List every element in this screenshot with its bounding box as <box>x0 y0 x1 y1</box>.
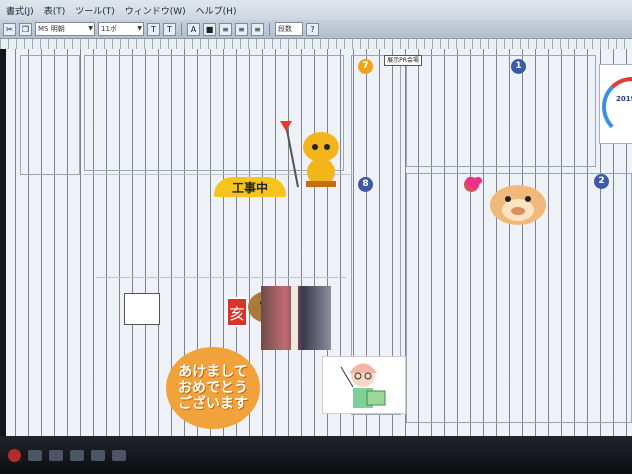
photo-image <box>261 286 331 350</box>
rainbow-arc <box>602 77 632 137</box>
girl-illustration <box>322 356 406 414</box>
construction-mascot-icon <box>280 121 339 188</box>
greeting-line-3: ございます <box>178 396 248 412</box>
align-left-icon[interactable]: ≡ <box>219 22 232 36</box>
horizontal-ruler[interactable] <box>0 39 632 49</box>
section-badge-7: 7 <box>358 59 373 74</box>
rainbow-logo: 2019 <box>599 64 632 144</box>
section-badge-2: 2 <box>594 174 609 189</box>
font-name-select[interactable]: MS 明朝 ▼ <box>35 22 95 36</box>
menu-help[interactable]: ヘルプ(H) <box>196 4 237 17</box>
menu-tools[interactable]: ツール(T) <box>75 4 115 17</box>
help-icon[interactable]: ? <box>306 22 319 36</box>
app-icon[interactable] <box>70 449 84 461</box>
boar-mascot-icon <box>490 185 546 225</box>
greeting-line-2: おめでとう <box>178 380 248 396</box>
document-app-icon[interactable] <box>91 449 105 461</box>
italic-button[interactable]: T <box>163 22 176 36</box>
document-page[interactable]: 7 展示PR会場 1 8 6 2 2019 工事中 亥 あけまして <box>6 49 632 436</box>
section-badge-1: 1 <box>511 59 526 74</box>
browser-icon[interactable] <box>49 449 63 461</box>
guide-line <box>96 277 346 278</box>
kanji-badge: 亥 <box>226 297 248 327</box>
menu-bar: 書式(J) 表(T) ツール(T) ウィンドウ(W) ヘルプ(H) <box>0 0 632 20</box>
toolbar-divider <box>181 22 182 36</box>
toolbar-divider <box>269 22 270 36</box>
explorer-icon[interactable] <box>28 449 42 461</box>
start-icon[interactable] <box>8 448 21 462</box>
rainbow-year: 2019 <box>616 95 632 103</box>
font-size-select[interactable]: 11ポ ▼ <box>98 22 144 36</box>
image-placeholder-frame[interactable] <box>124 293 160 325</box>
bold-button[interactable]: T <box>147 22 160 36</box>
layout-frame <box>20 55 80 175</box>
chevron-down-icon: ▼ <box>88 25 93 32</box>
align-center-icon[interactable]: ≡ <box>235 22 248 36</box>
font-size-value: 11ポ <box>101 25 117 33</box>
construction-sign: 工事中 <box>214 177 286 197</box>
chevron-down-icon: ▼ <box>137 25 142 32</box>
taskbar <box>0 436 632 474</box>
text-box-icon[interactable]: A <box>187 22 200 36</box>
media-icon[interactable] <box>112 449 126 461</box>
cut-icon[interactable]: ✂ <box>3 22 16 36</box>
columns-select[interactable]: 段数 <box>275 22 303 36</box>
girl-with-sign-icon <box>340 363 386 408</box>
formatting-toolbar: ✂ ❐ MS 明朝 ▼ 11ポ ▼ T T A ■ ≡ ≡ ≡ 段数 ? <box>0 20 632 39</box>
heart-icon <box>465 177 483 190</box>
greeting-line-1: あけまして <box>178 364 248 380</box>
section-badge-8: 8 <box>358 177 373 192</box>
color-icon[interactable]: ■ <box>203 22 216 36</box>
section-tag: 展示PR会場 <box>384 55 422 66</box>
menu-window[interactable]: ウィンドウ(W) <box>125 4 186 17</box>
font-name-value: MS 明朝 <box>38 25 65 33</box>
align-right-icon[interactable]: ≡ <box>251 22 264 36</box>
copy-icon[interactable]: ❐ <box>19 22 32 36</box>
columns-value: 段数 <box>278 25 292 33</box>
menu-format[interactable]: 書式(J) <box>6 4 34 17</box>
layout-frame <box>406 55 596 167</box>
new-year-greeting: あけまして おめでとう ございます <box>166 347 260 429</box>
menu-table[interactable]: 表(T) <box>44 4 66 17</box>
